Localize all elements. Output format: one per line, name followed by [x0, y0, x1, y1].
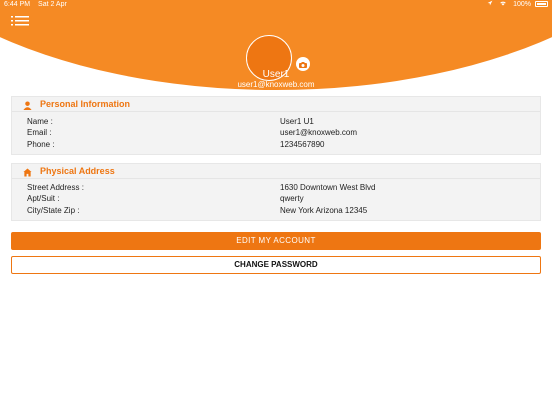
physical-address-header: Physical Address	[12, 164, 540, 179]
profile-email: user1@knoxweb.com	[237, 80, 315, 89]
person-icon	[23, 100, 32, 110]
phone-label: Phone :	[27, 140, 55, 149]
change-password-button[interactable]: CHANGE PASSWORD	[11, 256, 541, 274]
personal-info-header: Personal Information	[12, 97, 540, 112]
battery-percent: 100%	[513, 1, 531, 8]
menu-icon	[11, 13, 29, 30]
phone-value: 1234567890	[280, 140, 325, 149]
status-date: Sat 2 Apr	[38, 1, 67, 8]
home-icon	[23, 167, 32, 177]
city-label: City/State Zip :	[27, 206, 80, 215]
personal-info-title: Personal Information	[40, 99, 131, 109]
name-value: User1 U1	[280, 117, 314, 126]
profile-name: User1	[262, 69, 290, 80]
location-icon	[487, 0, 495, 8]
wifi-icon	[499, 1, 509, 8]
email-value: user1@knoxweb.com	[280, 128, 358, 137]
status-bar: 6:44 PM Sat 2 Apr 100%	[0, 0, 552, 10]
battery-icon	[535, 1, 548, 8]
edit-account-button[interactable]: EDIT MY ACCOUNT	[11, 232, 541, 250]
email-label: Email :	[27, 128, 52, 137]
physical-address-card: Physical Address Street Address : 1630 D…	[11, 163, 541, 221]
name-label: Name :	[27, 117, 53, 126]
physical-address-title: Physical Address	[40, 166, 115, 176]
city-value: New York Arizona 12345	[280, 206, 368, 215]
street-value: 1630 Downtown West Blvd	[280, 183, 376, 192]
personal-info-card: Personal Information Name : User1 U1 Ema…	[11, 96, 541, 155]
apt-value: qwerty	[280, 194, 304, 203]
apt-label: Apt/Suit :	[27, 194, 60, 203]
menu-button[interactable]	[11, 13, 29, 26]
status-time: 6:44 PM	[4, 1, 31, 8]
street-label: Street Address :	[27, 183, 84, 192]
